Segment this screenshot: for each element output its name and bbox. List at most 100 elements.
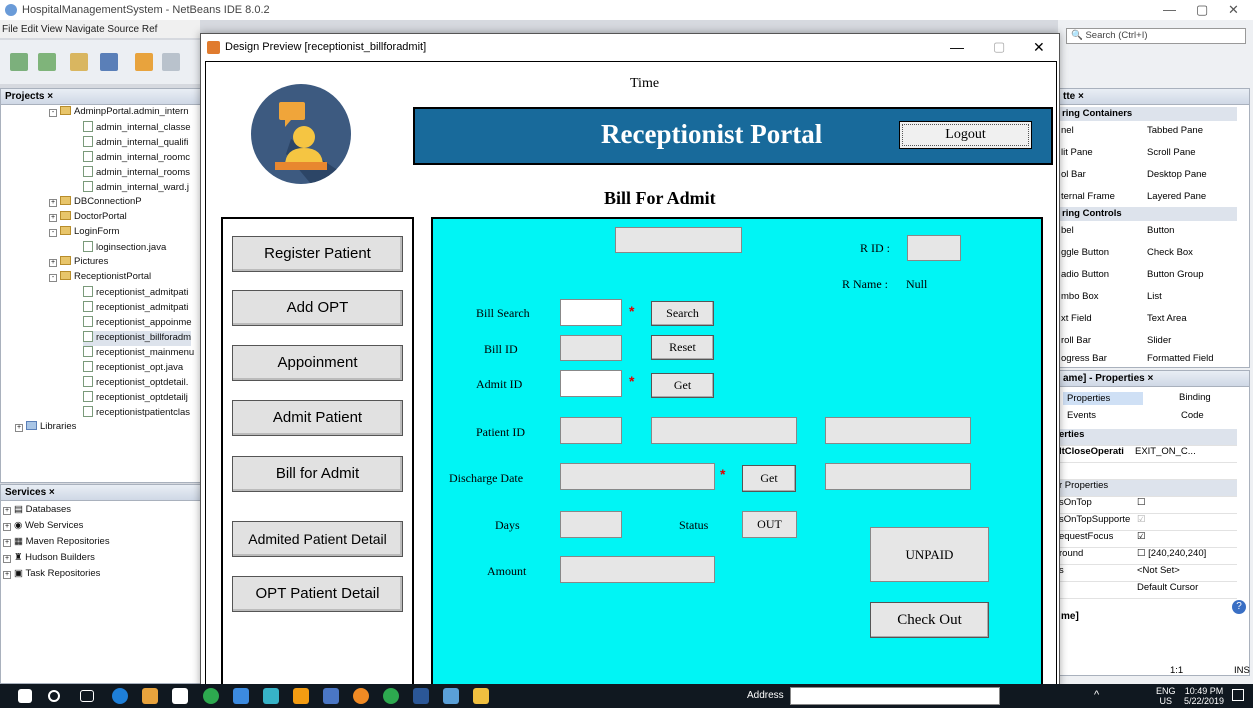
tree-item[interactable]: receptionist_optdetailj — [83, 391, 188, 406]
tree-item[interactable]: + DoctorPortal — [49, 211, 127, 226]
tab-binding[interactable]: Binding — [1179, 392, 1211, 403]
palette-category[interactable]: ring Controls — [1059, 207, 1237, 221]
windows-start-icon[interactable] — [18, 689, 32, 703]
admit-id-input[interactable] — [560, 370, 622, 397]
palette-item[interactable]: nel — [1061, 125, 1074, 136]
chevron-up-icon[interactable]: ^ — [1094, 689, 1099, 701]
properties-section[interactable]: r Properties — [1059, 480, 1237, 497]
tree-item[interactable]: - ReceptionistPortal — [49, 271, 151, 286]
close-icon[interactable]: ✕ — [1033, 39, 1045, 56]
palette-item[interactable]: mbo Box — [1061, 291, 1099, 302]
bill-id-field[interactable] — [560, 335, 622, 361]
tree-item[interactable]: + DBConnectionP — [49, 196, 142, 211]
palette-item[interactable]: ggle Button — [1061, 247, 1109, 258]
top-field[interactable] — [615, 227, 742, 253]
patient-name-field[interactable] — [651, 417, 797, 444]
tree-item[interactable]: admin_internal_ward.j — [83, 181, 189, 196]
minimize-icon[interactable]: — — [950, 39, 964, 55]
property-row[interactable]: sOnTopSupporte ☑ — [1059, 514, 1237, 531]
tab-code[interactable]: Code — [1181, 410, 1204, 421]
palette-item[interactable]: Desktop Pane — [1147, 169, 1207, 180]
new-project-icon[interactable] — [38, 53, 56, 71]
tree-item[interactable]: receptionistpatientclas — [83, 406, 190, 421]
app-icon[interactable] — [263, 688, 279, 704]
tree-item-maven[interactable]: + ▦ Maven Repositories — [3, 536, 110, 551]
tree-item-databases[interactable]: + ▤ Databases — [3, 504, 71, 519]
palette-item[interactable]: List — [1147, 291, 1162, 302]
palette-item[interactable]: lit Pane — [1061, 147, 1093, 158]
maximize-icon[interactable]: ▢ — [993, 39, 1005, 55]
tab-events[interactable]: Events — [1067, 410, 1096, 421]
palette-item[interactable]: Layered Pane — [1147, 191, 1206, 202]
store-icon[interactable] — [142, 688, 158, 704]
tab-properties[interactable]: Properties — [1063, 392, 1143, 405]
discharge-extra-field[interactable] — [825, 463, 971, 490]
days-field[interactable] — [560, 511, 622, 538]
address-input[interactable] — [790, 687, 1000, 705]
admited-patient-detail-button[interactable]: Admited Patient Detail — [232, 521, 403, 557]
tree-item[interactable]: receptionist_mainmenu — [83, 346, 194, 361]
minimize-icon[interactable]: — — [1163, 2, 1176, 17]
tree-item[interactable]: admin_internal_qualifi — [83, 136, 188, 151]
bill-for-admit-button[interactable]: Bill for Admit — [232, 456, 403, 492]
vlc-icon[interactable] — [293, 688, 309, 704]
new-file-icon[interactable] — [10, 53, 28, 71]
projects-panel-header[interactable]: Projects × — [1, 89, 204, 105]
app-icon[interactable] — [233, 688, 249, 704]
close-icon[interactable]: ✕ — [1228, 2, 1239, 18]
redo-icon[interactable] — [162, 53, 180, 71]
admit-patient-button[interactable]: Admit Patient — [232, 400, 403, 436]
logout-button[interactable]: Logout — [899, 121, 1032, 149]
language-indicator[interactable]: ENG US — [1156, 686, 1176, 706]
palette-item[interactable]: Tabbed Pane — [1147, 125, 1203, 136]
tree-item-selected[interactable]: receptionist_billforadm — [83, 331, 192, 346]
property-row[interactable] — [1059, 463, 1237, 480]
reset-button[interactable]: Reset — [651, 335, 714, 360]
tree-item[interactable]: receptionist_admitpati — [83, 286, 188, 301]
palette-header[interactable]: tte × — [1059, 89, 1249, 105]
palette-item[interactable]: Formatted Field — [1147, 353, 1214, 364]
tree-item-task-repos[interactable]: + ▣ Task Repositories — [3, 568, 100, 583]
rid-field[interactable] — [907, 235, 961, 261]
search-button[interactable]: Search — [651, 301, 714, 326]
tree-item[interactable]: + Libraries — [15, 421, 76, 436]
property-row[interactable]: equestFocus ☑ — [1059, 531, 1237, 548]
search-icon[interactable] — [48, 690, 60, 702]
palette-item[interactable]: Scroll Pane — [1147, 147, 1196, 158]
palette-item[interactable]: Slider — [1147, 335, 1171, 346]
get-discharge-button[interactable]: Get — [742, 465, 796, 492]
palette-item[interactable]: Check Box — [1147, 247, 1193, 258]
netbeans-icon[interactable] — [443, 688, 459, 704]
help-icon[interactable]: ? — [1232, 600, 1246, 614]
get-admit-button[interactable]: Get — [651, 373, 714, 398]
register-patient-button[interactable]: Register Patient — [232, 236, 403, 272]
chrome-icon[interactable] — [203, 688, 219, 704]
property-row[interactable]: s <Not Set> — [1059, 565, 1237, 582]
clock[interactable]: 10:49 PM 5/22/2019 — [1184, 686, 1224, 706]
mail-icon[interactable] — [172, 688, 188, 704]
opt-patient-detail-button[interactable]: OPT Patient Detail — [232, 576, 403, 612]
bill-search-input[interactable] — [560, 299, 622, 326]
property-row[interactable]: sOnTop ☐ — [1059, 497, 1237, 514]
undo-icon[interactable] — [135, 53, 153, 71]
ide-menu-bar[interactable]: File Edit View Navigate Source Ref — [0, 20, 200, 38]
tree-item[interactable]: admin_internal_classe — [83, 121, 191, 136]
discharge-date-field[interactable] — [560, 463, 715, 490]
maximize-icon[interactable]: ▢ — [1196, 2, 1208, 18]
palette-item[interactable]: Button Group — [1147, 269, 1204, 280]
file-explorer-icon[interactable] — [473, 688, 489, 704]
firefox-icon[interactable] — [353, 688, 369, 704]
palette-item[interactable]: bel — [1061, 225, 1074, 236]
patient-id-field[interactable] — [560, 417, 622, 444]
property-row[interactable]: round ☐ [240,240,240] — [1059, 548, 1237, 565]
palette-item[interactable]: roll Bar — [1061, 335, 1091, 346]
checkout-button[interactable]: Check Out — [870, 602, 989, 638]
open-project-icon[interactable] — [70, 53, 88, 71]
tree-item[interactable]: - AdminpPortal.admin_intern — [49, 106, 189, 121]
app-icon[interactable] — [323, 688, 339, 704]
add-opt-button[interactable]: Add OPT — [232, 290, 403, 326]
ide-search-input[interactable]: 🔍 Search (Ctrl+I) — [1066, 28, 1246, 44]
word-icon[interactable] — [413, 688, 429, 704]
property-row[interactable]: Default Cursor — [1059, 582, 1237, 599]
chrome-icon[interactable] — [383, 688, 399, 704]
